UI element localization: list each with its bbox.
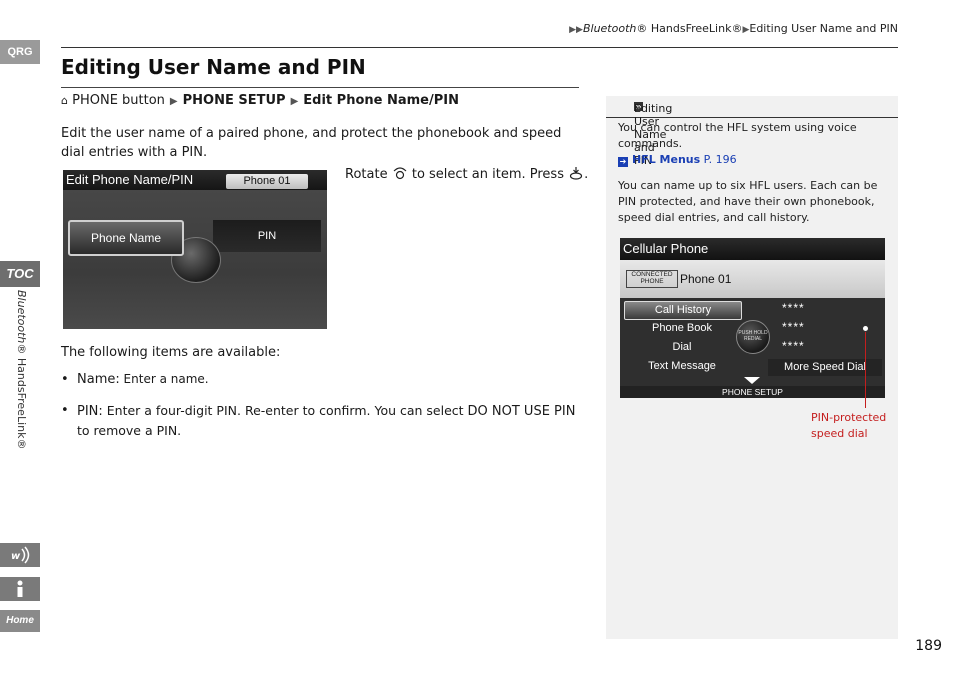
breadcrumb-part1[interactable]: Bluetooth (583, 22, 636, 35)
connected-phone-badge: CONNECTED PHONE (626, 270, 678, 288)
screen-title: Edit Phone Name/PIN (66, 172, 194, 187)
cellular-phone-screen-image: Cellular Phone CONNECTED PHONE Phone 01 … (620, 238, 885, 398)
bullet-desc: Enter a name. (119, 372, 209, 386)
bullet-pin: • PIN: Enter a four-digit PIN. Re-enter … (61, 401, 576, 441)
sidebar-p1: You can control the HFL system using voi… (618, 121, 857, 150)
menu-text-message: Text Message (648, 360, 716, 372)
edit-phone-screen-image: Edit Phone Name/PIN Phone 01 PIN Phone N… (63, 170, 327, 329)
bullet-dot: • (61, 372, 69, 387)
page-number: 189 (915, 638, 942, 654)
callout-line1: PIN-protected (811, 411, 887, 424)
sidebar-link[interactable]: ➔ HFL Menus P. 196 (618, 152, 888, 168)
page-title: Editing User Name and PIN (61, 55, 366, 79)
side-label-rest: HandsFreeLink® (15, 354, 28, 450)
arrow-right-icon: ▶ (290, 96, 299, 107)
rotate-text-b: to select an item. Press (411, 167, 564, 182)
title-rule (61, 87, 579, 88)
toc-tab[interactable]: TOC (0, 261, 40, 287)
rotate-instruction: Rotate to select an item. Press . (345, 166, 588, 182)
items-intro: The following items are available: (61, 345, 281, 360)
press-knob-icon (570, 167, 583, 180)
knob-label: PUSH HOLD REDIAL (738, 330, 768, 342)
bullet-term: Name: (77, 372, 120, 387)
hfl-menus-page[interactable]: P. 196 (700, 153, 737, 166)
hfl-menus-link[interactable]: HFL Menus (632, 153, 700, 166)
speed-dial-pin-2: **** (782, 320, 805, 334)
nav-step1: PHONE SETUP (182, 93, 286, 108)
nav-step2: Edit Phone Name/PIN (303, 93, 459, 108)
bullet-term: PIN: (77, 404, 103, 419)
arrow-right-icon: ▶ (169, 96, 178, 107)
link-arrow-icon: ➔ (618, 157, 628, 167)
qrg-tab[interactable]: QRG (0, 40, 40, 64)
nav-start: PHONE button (72, 93, 165, 108)
callout-label: PIN-protected speed dial (811, 410, 886, 442)
callout-line (865, 328, 866, 408)
screen2-phone-bar: CONNECTED PHONE Phone 01 (620, 260, 885, 298)
push-hold-redial-knob-icon: PUSH HOLD REDIAL (736, 320, 770, 354)
info-tab[interactable] (0, 577, 40, 601)
down-arrow-icon (744, 377, 760, 384)
rotate-text-a: Rotate (345, 167, 388, 182)
screen2-title: Cellular Phone (620, 238, 885, 260)
screen2-footer: PHONE SETUP (620, 386, 885, 398)
speed-dial-pin-1: **** (782, 301, 805, 315)
header-rule (61, 47, 898, 48)
voice-command-icon: w (11, 546, 30, 564)
menu-call-history: Call History (624, 301, 742, 320)
menu-path: ⌂ PHONE button ▶ PHONE SETUP ▶ Edit Phone Na… (61, 93, 459, 108)
rotate-knob-icon (393, 167, 407, 180)
screen-phone-name-item: Phone Name (68, 220, 184, 256)
callout-line2: speed dial (811, 427, 868, 440)
voice-tab[interactable]: w (0, 543, 40, 567)
screen-pin-item: PIN (213, 220, 321, 252)
sidebar-p2: You can name up to six HFL users. Each c… (618, 179, 878, 224)
breadcrumb: ▶▶Bluetooth® HandsFreeLink®▶Editing User… (569, 22, 898, 35)
screen2-menu: Call History Phone Book Dial Text Messag… (620, 298, 885, 386)
side-label-italic: Bluetooth® (15, 290, 28, 355)
bullet-tail: to remove a PIN. (77, 423, 182, 438)
bullet-desc: Enter a four-digit PIN. Re-enter to conf… (102, 403, 468, 418)
callout-dot (862, 325, 869, 332)
rotate-text-c: . (584, 167, 589, 182)
breadcrumb-part2[interactable]: ® HandsFreeLink® (636, 22, 742, 35)
menu-phone-book: Phone Book (652, 322, 712, 334)
home-key-icon: ⌂ (61, 94, 68, 107)
breadcrumb-part3: Editing User Name and PIN (749, 22, 898, 35)
info-icon (17, 580, 23, 597)
speed-dial-pin-3: **** (782, 339, 805, 353)
screen-phone-badge: Phone 01 (226, 174, 308, 189)
home-tab[interactable]: Home (0, 610, 40, 632)
breadcrumb-arrow-icon: ▶▶ (569, 25, 583, 35)
bullet-dot: • (61, 403, 69, 418)
menu-dial: Dial (672, 341, 692, 353)
sidebar-heading: » Editing User Name and PIN (606, 96, 898, 167)
svg-text:w: w (11, 551, 21, 562)
side-chapter-label: Bluetooth® HandsFreeLink® (12, 290, 30, 460)
bullet-emph: DO NOT USE PIN (467, 404, 576, 419)
intro-paragraph: Edit the user name of a paired phone, an… (61, 126, 562, 160)
screen2-phone-name: Phone 01 (680, 272, 732, 286)
bullet-name: • Name: Enter a name. (61, 370, 576, 389)
